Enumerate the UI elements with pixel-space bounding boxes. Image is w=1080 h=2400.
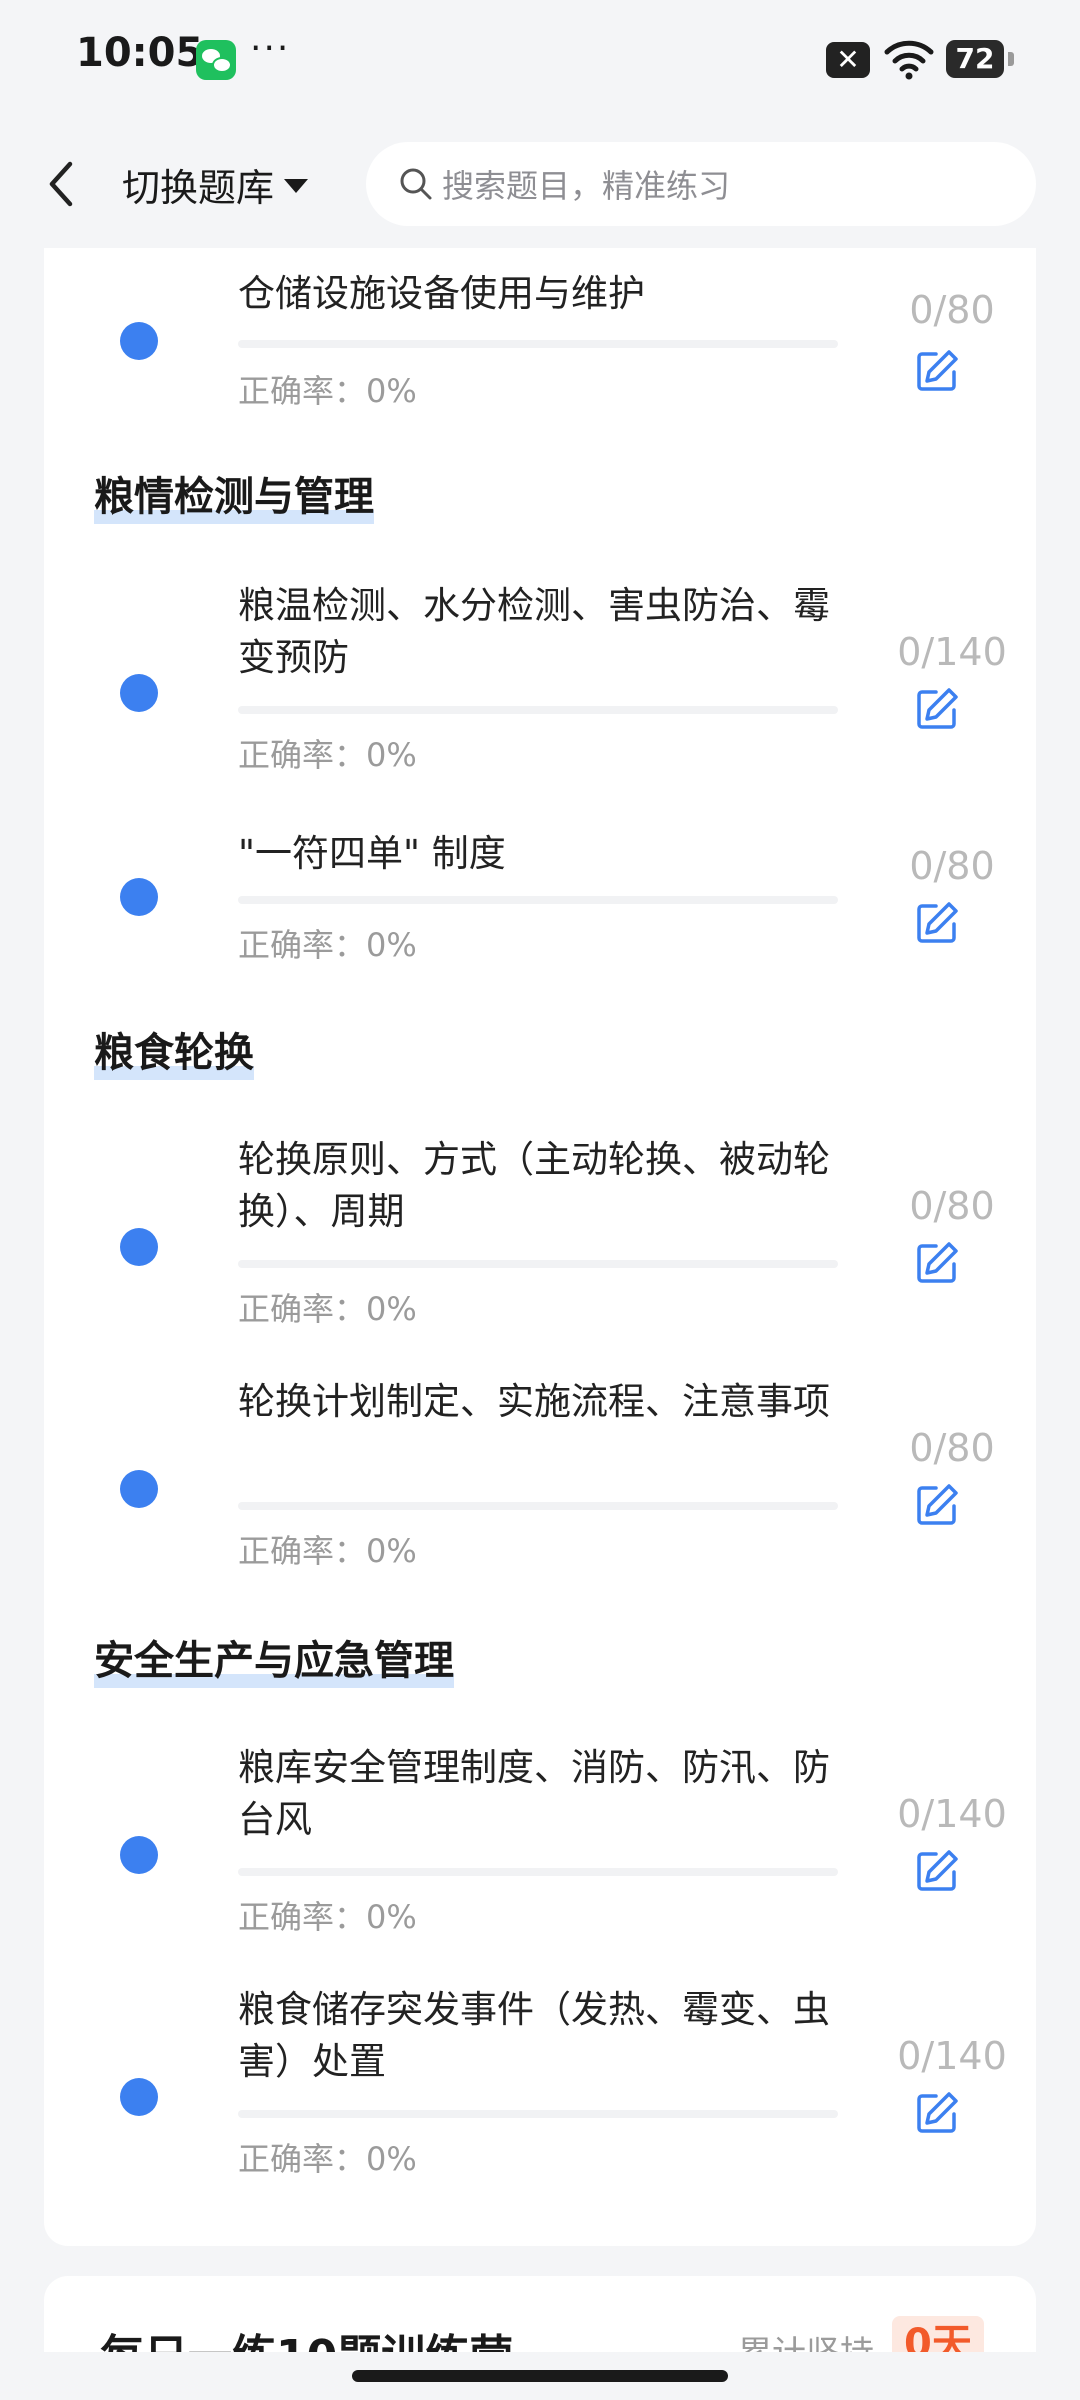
notification-close-icon: ✕ <box>826 42 870 78</box>
accuracy-text: 正确率：0% <box>238 1532 417 1570</box>
edit-icon[interactable] <box>914 1482 960 1528</box>
wifi-icon <box>884 40 934 80</box>
question-count: 0/140 <box>897 630 1007 674</box>
chapter-item-title: 仓储设施设备使用与维护 <box>238 272 645 315</box>
status-dot <box>120 674 158 712</box>
section-title: 安全生产与应急管理 <box>94 1628 454 1688</box>
search-input[interactable]: 搜索题目，精准练习 <box>366 142 1036 226</box>
progress-bar <box>238 896 838 904</box>
top-nav: 切换题库 搜索题目，精准练习 <box>0 118 1080 248</box>
status-time: 10:05 <box>76 30 204 76</box>
chapter-item-title: 粮食储存突发事件（发热、霉变、虫害）处置 <box>238 1988 830 2083</box>
wechat-icon <box>196 40 236 80</box>
section-title: 粮食轮换 <box>94 1020 254 1080</box>
progress-bar <box>238 2110 838 2118</box>
back-icon[interactable] <box>40 158 84 210</box>
accuracy-text: 正确率：0% <box>238 926 417 964</box>
chapter-item-title: 粮库安全管理制度、消防、防汛、防台风 <box>238 1746 830 1841</box>
accuracy-text: 正确率：0% <box>238 736 417 774</box>
chapter-list-card: 仓储设施设备使用与维护 正确率：0% 0/80 粮情检测与管理 粮温检测、水分检… <box>44 248 1036 2246</box>
chapter-item-title: 粮温检测、水分检测、害虫防治、霉变预防 <box>238 584 830 679</box>
accuracy-text: 正确率：0% <box>238 1898 417 1936</box>
chapter-item-title: 轮换原则、方式（主动轮换、被动轮换）、周期 <box>238 1138 830 1233</box>
question-count: 0/80 <box>909 844 995 888</box>
section-title: 粮情检测与管理 <box>94 464 374 524</box>
status-more-indicator: ··· <box>250 28 291 69</box>
progress-bar <box>238 1502 838 1510</box>
accuracy-text: 正确率：0% <box>238 372 417 410</box>
progress-bar <box>238 1260 838 1268</box>
progress-bar <box>238 1868 838 1876</box>
accuracy-text: 正确率：0% <box>238 2140 417 2178</box>
status-dot <box>120 878 158 916</box>
edit-icon[interactable] <box>914 2090 960 2136</box>
edit-icon[interactable] <box>914 686 960 732</box>
battery-indicator: 72 <box>946 40 1014 78</box>
question-count: 0/140 <box>897 2034 1007 2078</box>
question-count: 0/80 <box>909 1426 995 1470</box>
edit-icon[interactable] <box>914 348 960 394</box>
switch-question-bank-button[interactable]: 切换题库 <box>122 158 309 210</box>
status-bar: 10:05 ··· ✕ 72 <box>0 0 1080 118</box>
status-dot <box>120 2078 158 2116</box>
question-count: 0/140 <box>897 1792 1007 1836</box>
edit-icon[interactable] <box>914 900 960 946</box>
search-icon <box>400 168 432 200</box>
progress-bar <box>238 706 838 714</box>
progress-bar <box>238 340 838 348</box>
accuracy-text: 正确率：0% <box>238 1290 417 1328</box>
chapter-item-title: "一符四单" 制度 <box>238 832 506 875</box>
chapter-item-title: 轮换计划制定、实施流程、注意事项 <box>238 1380 830 1423</box>
caret-down-icon <box>284 179 309 193</box>
switch-question-bank-label: 切换题库 <box>122 165 275 210</box>
edit-icon[interactable] <box>914 1240 960 1286</box>
search-placeholder: 搜索题目，精准练习 <box>442 167 731 205</box>
status-dot <box>120 322 158 360</box>
edit-icon[interactable] <box>914 1848 960 1894</box>
status-dot <box>120 1836 158 1874</box>
question-count: 0/80 <box>909 288 995 332</box>
question-count: 0/80 <box>909 1184 995 1228</box>
status-dot <box>120 1470 158 1508</box>
status-dot <box>120 1228 158 1266</box>
home-indicator[interactable] <box>352 2370 728 2382</box>
